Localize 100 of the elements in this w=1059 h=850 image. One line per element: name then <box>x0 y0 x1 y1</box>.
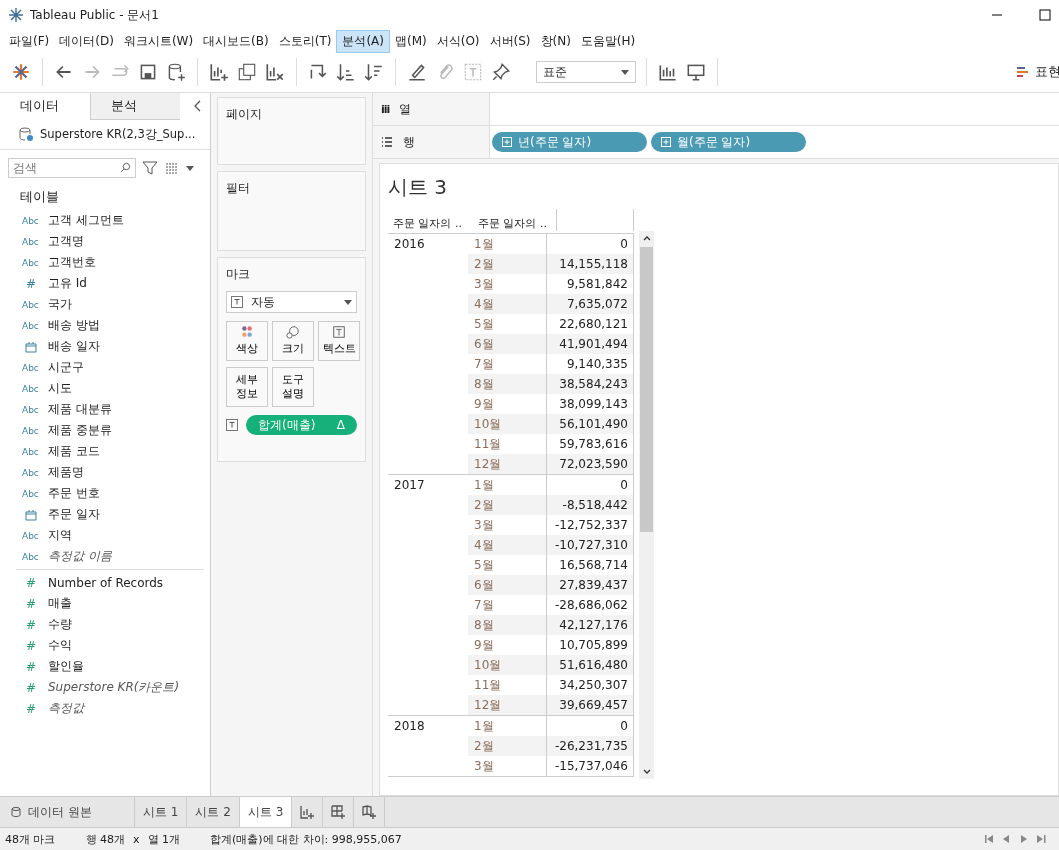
field-item[interactable]: 고객 세그먼트 <box>48 212 124 229</box>
value-cell: 56,101,490 <box>546 414 634 434</box>
column-header[interactable]: 주문 일자의 .. <box>388 216 473 231</box>
value-cell: -26,231,735 <box>546 736 634 756</box>
number-type-icon: # <box>22 575 40 590</box>
month-cell-text: 8월 <box>473 375 495 393</box>
column-header[interactable]: 주문 일자의 .. <box>473 209 557 231</box>
field-item[interactable]: 고객번호 <box>48 254 96 271</box>
field-item[interactable]: 시도 <box>48 380 72 397</box>
expand-icon[interactable] <box>502 137 512 147</box>
sheet-tab[interactable]: 시트 3 <box>239 797 293 827</box>
field-item[interactable]: 측정값 <box>48 700 84 717</box>
marks-button[interactable]: 크기 <box>272 321 314 361</box>
month-cell-text: 5월 <box>473 556 495 574</box>
menu-item[interactable]: 데이터(D) <box>54 30 119 52</box>
show-me-button[interactable]: 표현 <box>1016 63 1059 81</box>
string-type-icon: Abc <box>22 215 40 226</box>
marks-button[interactable]: 텍스트 <box>318 321 360 361</box>
highlighter-icon[interactable] <box>406 61 428 83</box>
field-item[interactable]: 수익 <box>48 637 72 654</box>
clear-sheet-icon[interactable] <box>264 61 286 83</box>
field-item[interactable]: 주문 일자 <box>48 506 100 523</box>
sort-ascending-icon[interactable] <box>335 61 357 83</box>
number-type-icon: # <box>22 680 40 695</box>
status-text: 48개 마크 <box>5 831 56 847</box>
string-type-icon: Abc <box>22 446 40 457</box>
new-worksheet-icon[interactable] <box>208 61 230 83</box>
caret-icon <box>344 298 352 306</box>
pin-icon[interactable] <box>490 61 512 83</box>
field-item[interactable]: 배송 일자 <box>48 338 100 355</box>
mark-type-dropdown[interactable]: 자동 <box>226 291 357 313</box>
month-cell-text: 7월 <box>473 355 495 373</box>
value-cell: -10,727,310 <box>546 535 634 555</box>
caret-icon <box>621 68 629 76</box>
calendar-icon <box>25 340 37 353</box>
sort-descending-icon[interactable] <box>363 61 385 83</box>
field-item[interactable]: 시군구 <box>48 359 84 376</box>
field-item[interactable]: 국가 <box>48 296 72 313</box>
field-item[interactable]: 배송 방법 <box>48 317 100 334</box>
string-type-icon: Abc <box>22 467 40 478</box>
field-item[interactable]: 수량 <box>48 616 72 633</box>
side-tab[interactable]: 분석 <box>90 92 180 120</box>
field-item[interactable]: 고유 Id <box>48 275 87 292</box>
string-type-icon: Abc <box>22 362 40 373</box>
month-cell-text: 11월 <box>473 676 503 694</box>
maximize-icon[interactable] <box>1039 9 1051 21</box>
duplicate-sheet-icon[interactable] <box>236 61 258 83</box>
value-cell: 27,839,437 <box>546 575 634 595</box>
menu-item[interactable]: 파일(F) <box>4 30 55 52</box>
search-icon[interactable] <box>120 162 131 173</box>
caret-icon[interactable] <box>186 164 194 172</box>
month-cell-text: 4월 <box>473 536 495 554</box>
value-cell: -8,518,442 <box>546 495 634 515</box>
field-item[interactable]: 고객명 <box>48 233 84 250</box>
string-type-icon: Abc <box>22 551 40 562</box>
menu-item[interactable]: 창(N) <box>535 30 576 52</box>
field-item[interactable]: 제품명 <box>48 464 84 481</box>
string-type-icon: Abc <box>22 488 40 499</box>
field-item[interactable]: 제품 코드 <box>48 443 100 460</box>
marks-button[interactable]: 도구 설명 <box>272 367 314 407</box>
menu-item[interactable]: 분석(A) <box>336 29 390 53</box>
tableau-logo-icon[interactable] <box>10 61 32 83</box>
month-cell-text: 1월 <box>473 235 495 253</box>
value-cell: 42,127,176 <box>546 615 634 635</box>
string-type-icon: Abc <box>22 257 40 268</box>
month-cell-text: 1월 <box>473 476 495 494</box>
status-text: 열 1개 <box>147 831 180 847</box>
field-item[interactable]: 할인율 <box>48 658 84 675</box>
month-cell-text: 4월 <box>473 295 495 313</box>
marks-button[interactable]: 세부 정보 <box>226 367 268 407</box>
marks-button[interactable]: 색상 <box>226 321 268 361</box>
field-item[interactable]: 지역 <box>48 527 72 544</box>
menu-item[interactable]: 서버(S) <box>484 30 536 52</box>
field-item[interactable]: 측정값 이름 <box>48 548 112 565</box>
month-cell-text: 12월 <box>473 696 503 714</box>
expand-icon[interactable] <box>661 137 671 147</box>
status-text: x <box>133 832 140 846</box>
menu-item[interactable]: 맵(M) <box>390 30 432 52</box>
field-item[interactable]: 매출 <box>48 595 72 612</box>
menu-item[interactable]: 대시보드(B) <box>198 30 274 52</box>
filter-icon[interactable] <box>142 160 158 176</box>
menu-item[interactable]: 워크시트(W) <box>118 30 199 52</box>
data-source-name[interactable]: Superstore KR(2,3강_Sup... <box>40 126 196 142</box>
field-item[interactable]: 주문 번호 <box>48 485 100 502</box>
field-item[interactable]: 제품 중분류 <box>48 422 112 439</box>
field-item[interactable]: 제품 대분류 <box>48 401 112 418</box>
string-type-icon: Abc <box>22 236 40 247</box>
tables-heading: 테이블 <box>19 188 60 206</box>
menu-item[interactable]: 스토리(T) <box>273 30 337 52</box>
field-item[interactable]: Superstore KR(카운트) <box>48 679 180 696</box>
scrollbar[interactable] <box>639 231 654 779</box>
menu-item[interactable]: 도움말(H) <box>575 30 641 52</box>
fit-dropdown[interactable]: 표준 <box>536 61 636 83</box>
value-cell: 14,155,118 <box>546 254 634 274</box>
app-logo-icon <box>8 7 24 23</box>
menu-item[interactable]: 서식(O) <box>431 30 485 52</box>
search-field[interactable]: 검색 <box>8 158 136 178</box>
month-cell-text: 2월 <box>473 737 495 755</box>
pagination-controls-icon[interactable] <box>984 834 1048 844</box>
field-item[interactable]: Number of Records <box>48 575 164 590</box>
